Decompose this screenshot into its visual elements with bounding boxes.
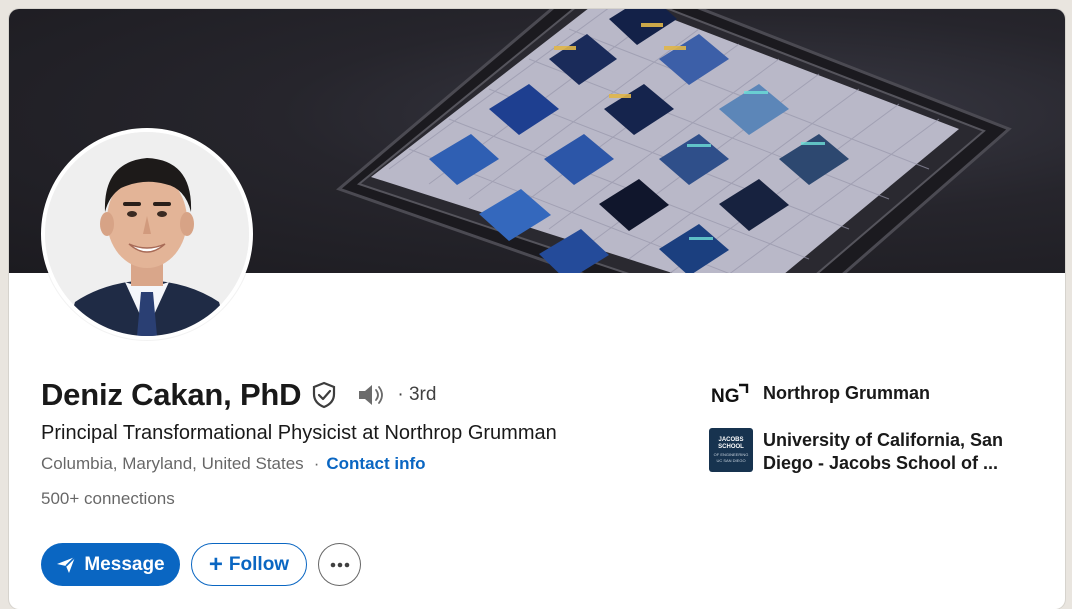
school-logo-line2: SCHOOL [718,444,744,450]
speaker-icon[interactable] [357,383,387,407]
school-logo-line4: UC SAN DIEGO [716,458,746,463]
northrop-grumman-logo: NG [709,379,753,409]
current-company[interactable]: NG Northrop Grumman [709,379,1033,409]
contact-info-link[interactable]: Contact info [326,454,425,474]
avatar-portrait [45,132,249,336]
separator-dot: · [313,454,320,473]
more-actions-button[interactable] [318,543,361,586]
plus-icon: + [208,550,223,578]
school-logo-line1: JACOBS [718,437,744,443]
message-button-label: Message [84,553,165,575]
ng-logo-text: NG [711,386,740,405]
company-name: Northrop Grumman [763,383,931,403]
profile-headline: Principal Transformational Physicist at … [41,422,557,444]
connections-count: 500+ connections [41,489,175,508]
follow-button[interactable]: + Follow [191,543,307,586]
shield-check-icon[interactable] [311,381,337,409]
message-button[interactable]: Message [41,543,180,586]
profile-location: Columbia, Maryland, United States [41,454,304,473]
profile-highlights: NG Northrop Grumman JACOBS SCHOOL OF ENG… [709,379,1033,475]
school-name: University of California, San Diego - Ja… [763,430,1004,473]
connection-degree: · 3rd [397,384,437,405]
location-row: Columbia, Maryland, United States · Cont… [41,454,426,474]
follow-button-label: Follow [228,553,290,575]
ucsd-jacobs-logo: JACOBS SCHOOL OF ENGINEERING UC SAN DIEG… [709,428,753,472]
profile-photo[interactable] [41,128,253,340]
education-school[interactable]: JACOBS SCHOOL OF ENGINEERING UC SAN DIEG… [709,428,1033,475]
paper-plane-icon [57,555,76,573]
profile-card: Deniz Cakan, PhD · 3rd Principal Transfo… [9,9,1065,609]
ellipsis-icon [330,562,349,567]
action-buttons: Message + Follow [41,543,361,586]
name-row: Deniz Cakan, PhD · 3rd [41,377,436,413]
school-logo-line3: OF ENGINEERING [713,452,749,457]
profile-name: Deniz Cakan, PhD [41,377,302,412]
